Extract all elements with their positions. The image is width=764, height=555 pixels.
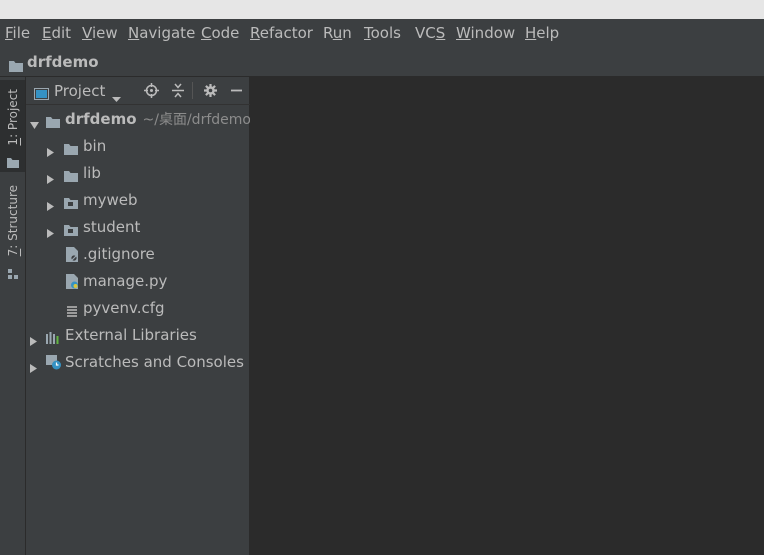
tree-item-label: manage.py (83, 272, 168, 290)
menu-edit[interactable]: Edit (42, 19, 71, 47)
window-titlebar (0, 0, 764, 19)
tree-item-external-libraries[interactable]: External Libraries (26, 322, 250, 349)
package-folder-icon (64, 195, 78, 213)
navigation-bar: drfdemo (0, 47, 764, 77)
menu-run[interactable]: Run (323, 19, 352, 47)
navbar-project-name[interactable]: drfdemo (27, 47, 99, 77)
tree-item-gitignore[interactable]: .gitignore (26, 241, 250, 268)
chevron-down-icon[interactable] (30, 116, 39, 134)
chevron-right-icon[interactable] (47, 224, 55, 242)
menu-file[interactable]: File (5, 19, 30, 47)
header-divider (192, 82, 193, 99)
tool-tab-project[interactable]: 1: Project (0, 80, 25, 172)
folder-icon (64, 168, 78, 186)
tree-item-label: Scratches and Consoles (65, 353, 244, 371)
menu-code[interactable]: Code (201, 19, 239, 47)
libraries-icon (46, 330, 61, 348)
scratches-icon (46, 355, 62, 374)
project-view-label: Project (54, 82, 106, 100)
tree-item-label: bin (83, 137, 107, 155)
chevron-right-icon[interactable] (47, 143, 55, 161)
tool-tab-structure-label: 7: Structure (6, 185, 20, 257)
tree-item-label: myweb (83, 191, 138, 209)
menu-refactor[interactable]: Refactor (250, 19, 313, 47)
structure-icon (8, 264, 18, 283)
tree-item-scratches-and-consoles[interactable]: Scratches and Consoles (26, 349, 250, 376)
chevron-right-icon[interactable] (30, 359, 38, 377)
tree-item-label: student (83, 218, 141, 236)
tree-item-student[interactable]: student (26, 214, 250, 241)
menu-navigate[interactable]: Navigate (128, 19, 195, 47)
tree-item-label: pyvenv.cfg (83, 299, 165, 317)
menu-tools[interactable]: Tools (364, 19, 401, 47)
folder-icon (64, 141, 78, 159)
folder-icon (46, 114, 60, 132)
tree-root-label: drfdemo ~/桌面/drfdemo (65, 110, 251, 128)
tree-item-myweb[interactable]: myweb (26, 187, 250, 214)
gear-icon[interactable] (203, 83, 218, 102)
left-tool-strip: 1: Project 7: Structure (0, 77, 26, 555)
tree-root-path: ~/桌面/drfdemo (142, 112, 251, 128)
menu-bar: File Edit View Navigate Code Refactor Ru… (0, 19, 764, 47)
tool-tab-project-label: 1: Project (6, 89, 20, 146)
tree-item-label: lib (83, 164, 101, 182)
menu-vcs[interactable]: VCS (415, 19, 445, 47)
collapse-all-icon[interactable] (171, 83, 185, 102)
project-tool-window: Project drfdemo ~/桌面/drfdemo bin lib myw… (26, 77, 251, 555)
editor-area[interactable] (250, 77, 764, 555)
folder-icon (7, 153, 19, 172)
tree-item-manage-py[interactable]: manage.py (26, 268, 250, 295)
tool-tab-structure[interactable]: 7: Structure (0, 177, 25, 279)
python-file-icon (66, 274, 79, 293)
tree-root-drfdemo[interactable]: drfdemo ~/桌面/drfdemo (26, 106, 251, 134)
tree-item-bin[interactable]: bin (26, 133, 250, 160)
project-view-icon (34, 85, 49, 104)
folder-icon (9, 57, 23, 76)
minimize-icon[interactable] (230, 83, 243, 102)
menu-help[interactable]: Help (525, 19, 559, 47)
package-folder-icon (64, 222, 78, 240)
tree-item-label: External Libraries (65, 326, 197, 344)
chevron-right-icon[interactable] (47, 197, 55, 215)
menu-window[interactable]: Window (456, 19, 515, 47)
config-file-icon (67, 303, 77, 321)
tree-item-pyvenv-cfg[interactable]: pyvenv.cfg (26, 295, 250, 322)
tree-item-label: .gitignore (83, 245, 155, 263)
menu-view[interactable]: View (82, 19, 118, 47)
chevron-down-icon (112, 88, 121, 107)
project-panel-header: Project (26, 77, 250, 105)
chevron-right-icon[interactable] (30, 332, 38, 350)
chevron-right-icon[interactable] (47, 170, 55, 188)
locate-icon[interactable] (144, 83, 159, 102)
tree-item-lib[interactable]: lib (26, 160, 250, 187)
ignore-file-icon (66, 247, 78, 266)
